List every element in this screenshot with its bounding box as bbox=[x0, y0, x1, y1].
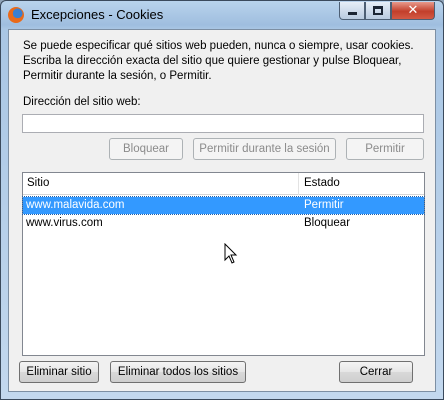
remove-all-sites-button[interactable]: Eliminar todos los sitios bbox=[110, 361, 246, 383]
column-header-status[interactable]: Estado bbox=[304, 177, 340, 189]
remove-site-button[interactable]: Eliminar sitio bbox=[19, 361, 99, 383]
remove-all-button-label: Eliminar todos los sitios bbox=[117, 366, 239, 378]
site-address-label: Dirección del sitio web: bbox=[23, 96, 141, 108]
table-row[interactable]: www.malavida.com Permitir bbox=[22, 196, 425, 215]
caption-buttons: ✕ bbox=[339, 2, 435, 20]
row-status: Permitir bbox=[304, 199, 344, 211]
minimize-icon bbox=[347, 12, 357, 15]
close-button[interactable]: Cerrar bbox=[339, 361, 413, 383]
allow-button[interactable]: Permitir bbox=[346, 138, 424, 160]
firefox-icon bbox=[8, 7, 24, 23]
close-button-label: Cerrar bbox=[359, 366, 393, 378]
table-row[interactable]: www.virus.com Bloquear bbox=[23, 215, 424, 232]
allow-session-button-label: Permitir durante la sesión bbox=[199, 143, 330, 155]
block-button[interactable]: Bloquear bbox=[109, 138, 183, 160]
maximize-icon bbox=[373, 6, 383, 15]
description-text: Se puede especificar qué sitios web pued… bbox=[23, 40, 414, 82]
minimize-button[interactable] bbox=[339, 2, 365, 20]
block-button-label: Bloquear bbox=[122, 143, 170, 155]
site-address-input[interactable] bbox=[22, 114, 424, 133]
window-title: Excepciones - Cookies bbox=[31, 7, 164, 22]
mouse-cursor-icon bbox=[224, 243, 238, 264]
row-site: www.malavida.com bbox=[26, 199, 125, 211]
column-divider[interactable] bbox=[298, 173, 299, 195]
allow-button-label: Permitir bbox=[365, 143, 405, 155]
title-bar[interactable]: Excepciones - Cookies ✕ bbox=[1, 1, 443, 29]
remove-site-button-label: Eliminar sitio bbox=[26, 366, 92, 378]
allow-session-button[interactable]: Permitir durante la sesión bbox=[193, 138, 336, 160]
row-status: Bloquear bbox=[304, 217, 351, 229]
dialog-body: Se puede especificar qué sitios web pued… bbox=[8, 29, 436, 392]
column-header-site[interactable]: Sitio bbox=[27, 177, 49, 189]
row-site: www.virus.com bbox=[26, 217, 103, 229]
close-window-button[interactable]: ✕ bbox=[391, 2, 435, 20]
list-header: Sitio Estado bbox=[23, 173, 424, 195]
maximize-button[interactable] bbox=[365, 2, 391, 20]
close-icon: ✕ bbox=[407, 3, 419, 18]
exceptions-dialog: Excepciones - Cookies ✕ Se puede especif… bbox=[0, 0, 444, 400]
